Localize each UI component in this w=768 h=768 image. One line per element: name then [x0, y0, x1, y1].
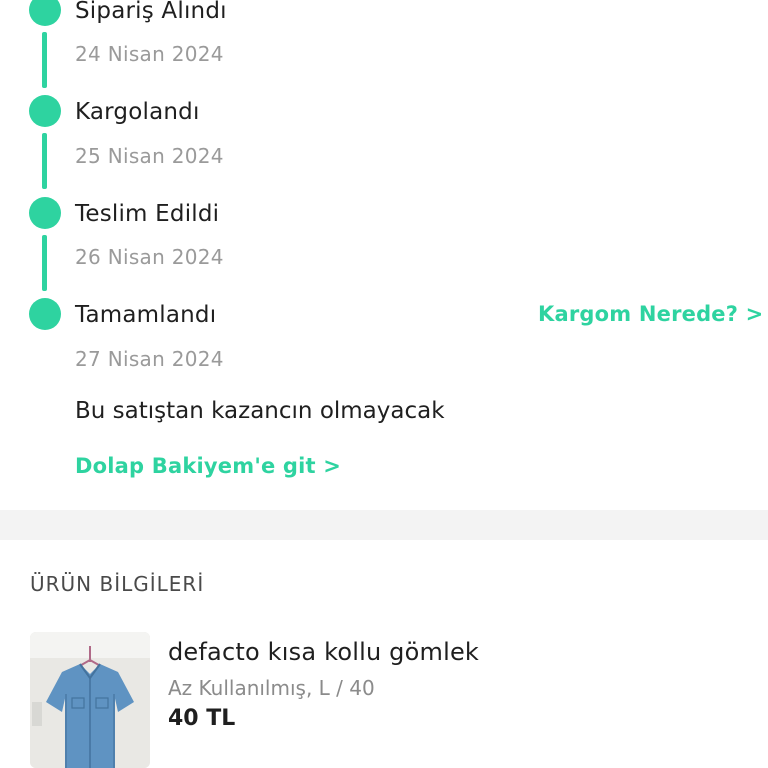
step-connector-line: [42, 133, 47, 189]
step-date-shipped: 25 Nisan 2024: [75, 144, 224, 168]
step-complete-dot: [29, 0, 61, 26]
product-info-heading: ÜRÜN BİLGİLERİ: [30, 572, 205, 596]
shirt-photo-icon: [30, 632, 150, 768]
product-thumbnail[interactable]: [30, 632, 150, 768]
step-title-delivered: Teslim Edildi: [75, 201, 220, 227]
product-name[interactable]: defacto kısa kollu gömlek: [168, 638, 479, 666]
product-condition-size: Az Kullanılmış, L / 40: [168, 676, 375, 700]
step-connector-line: [42, 235, 47, 291]
step-title-ordered: Sipariş Alındı: [75, 0, 227, 24]
balance-link[interactable]: Dolap Bakiyem'e git >: [75, 454, 341, 478]
step-date-delivered: 26 Nisan 2024: [75, 245, 224, 269]
step-complete-dot: [29, 95, 61, 127]
section-divider: [0, 510, 768, 540]
order-status-timeline: Sipariş Alındı 24 Nisan 2024 Kargolandı …: [0, 0, 768, 510]
product-price: 40 TL: [168, 706, 236, 731]
step-connector-line: [42, 32, 47, 88]
step-date-completed: 27 Nisan 2024: [75, 347, 224, 371]
earnings-note: Bu satıştan kazancın olmayacak: [75, 398, 445, 424]
step-complete-dot: [29, 298, 61, 330]
step-title-completed: Tamamlandı: [75, 302, 217, 328]
step-title-shipped: Kargolandı: [75, 99, 200, 125]
track-shipment-link[interactable]: Kargom Nerede? >: [538, 302, 763, 326]
step-date-ordered: 24 Nisan 2024: [75, 42, 224, 66]
step-complete-dot: [29, 197, 61, 229]
